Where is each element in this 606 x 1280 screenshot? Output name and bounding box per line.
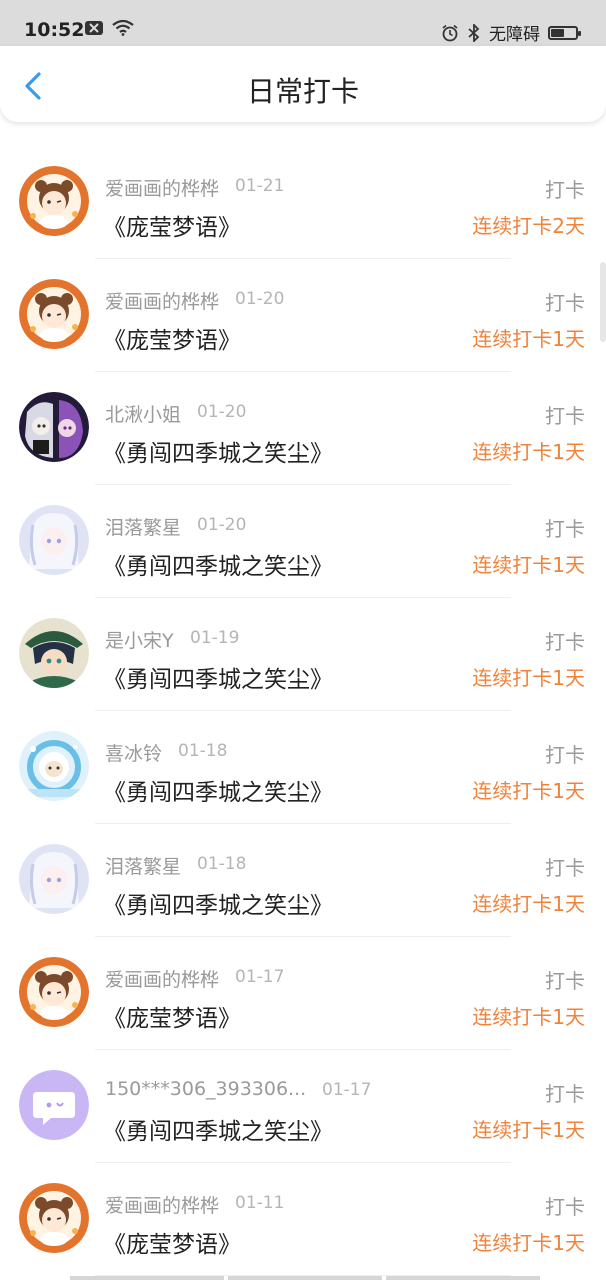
nav-bar: 日常打卡: [0, 46, 606, 122]
user-name: 是小宋Y: [105, 630, 174, 652]
page-title: 日常打卡: [246, 75, 359, 108]
checkin-date: 01-17: [322, 1080, 372, 1100]
checkin-action[interactable]: 打卡: [545, 1191, 585, 1220]
avatar[interactable]: [19, 505, 89, 575]
checkin-date: 01-17: [235, 967, 285, 987]
book-title[interactable]: 《勇闯四季城之笑尘》: [103, 547, 333, 581]
streak-label: 连续打卡1天: [472, 779, 585, 803]
user-name: 爱画画的桦桦: [105, 969, 220, 991]
user-name: 北湫小姐: [105, 404, 182, 426]
streak-label: 连续打卡1天: [472, 327, 585, 351]
streak-label: 连续打卡1天: [472, 1005, 585, 1029]
checkin-action[interactable]: 打卡: [545, 965, 585, 994]
avatar[interactable]: [19, 618, 89, 688]
book-title[interactable]: 《庞莹梦语》: [103, 208, 241, 242]
checkin-row[interactable]: 泪落繁星 01-20 《勇闯四季城之笑尘》 打卡连续打卡1天: [0, 485, 606, 598]
bluetooth-icon: [468, 23, 480, 42]
checkin-row[interactable]: 是小宋Y 01-19 《勇闯四季城之笑尘》 打卡连续打卡1天: [0, 598, 606, 711]
avatar[interactable]: [19, 1183, 89, 1253]
avatar[interactable]: [19, 279, 89, 349]
avatar[interactable]: [19, 957, 89, 1027]
checkin-row[interactable]: 150***306_393306... 01-17 《勇闯四季城之笑尘》 打卡连续打卡…: [0, 1050, 606, 1163]
user-name: 泪落繁星: [105, 517, 182, 539]
checkin-date: 01-20: [197, 515, 247, 535]
notification-x-icon: [85, 21, 103, 35]
checkin-row[interactable]: 爱画画的桦桦 01-11 《庞莹梦语》 打卡连续打卡1天: [0, 1163, 606, 1276]
book-title[interactable]: 《勇闯四季城之笑尘》: [103, 660, 333, 694]
user-name: 爱画画的桦桦: [105, 1195, 220, 1217]
avatar[interactable]: [19, 166, 89, 236]
battery-icon: [548, 25, 581, 40]
book-title[interactable]: 《勇闯四季城之笑尘》: [103, 773, 333, 807]
user-name: 150***306_393306...: [105, 1078, 307, 1100]
checkin-action[interactable]: 打卡: [545, 739, 585, 768]
user-name: 泪落繁星: [105, 856, 182, 878]
status-time: 10:52: [24, 19, 85, 41]
checkin-row[interactable]: 爱画画的桦桦 01-20 《庞莹梦语》 打卡连续打卡1天: [0, 259, 606, 372]
avatar[interactable]: [19, 731, 89, 801]
checkin-row[interactable]: 爱画画的桦桦 01-21 《庞莹梦语》 打卡连续打卡2天: [0, 146, 606, 259]
checkin-date: 01-11: [235, 1193, 285, 1213]
streak-label: 连续打卡1天: [472, 1231, 585, 1255]
user-name: 爱画画的桦桦: [105, 178, 220, 200]
book-title[interactable]: 《庞莹梦语》: [103, 321, 241, 355]
streak-label: 连续打卡1天: [472, 440, 585, 464]
avatar[interactable]: [19, 1070, 89, 1140]
scroll-indicator: [600, 262, 606, 342]
streak-label: 连续打卡1天: [472, 1118, 585, 1142]
book-title[interactable]: 《勇闯四季城之笑尘》: [103, 886, 333, 920]
book-title[interactable]: 《勇闯四季城之笑尘》: [103, 1112, 333, 1146]
alarm-icon: [442, 24, 458, 41]
checkin-row[interactable]: 泪落繁星 01-18 《勇闯四季城之笑尘》 打卡连续打卡1天: [0, 824, 606, 937]
checkin-action[interactable]: 打卡: [545, 1078, 585, 1107]
avatar[interactable]: [19, 392, 89, 462]
checkin-action[interactable]: 打卡: [545, 626, 585, 655]
streak-label: 连续打卡2天: [472, 214, 585, 238]
streak-label: 连续打卡1天: [472, 666, 585, 690]
checkin-action[interactable]: 打卡: [545, 513, 585, 542]
book-title[interactable]: 《勇闯四季城之笑尘》: [103, 434, 333, 468]
checkin-date: 01-19: [190, 628, 240, 648]
status-left-icons: [84, 20, 134, 36]
checkin-action[interactable]: 打卡: [545, 287, 585, 316]
checkin-date: 01-21: [235, 176, 285, 196]
accessibility-label: 无障碍: [489, 25, 540, 45]
status-bar: 10:52 无障碍: [0, 0, 606, 46]
status-right-icons: 无障碍: [441, 20, 581, 45]
streak-label: 连续打卡1天: [472, 553, 585, 577]
checkin-date: 01-18: [197, 854, 247, 874]
streak-label: 连续打卡1天: [472, 892, 585, 916]
checkin-action[interactable]: 打卡: [545, 400, 585, 429]
checkin-date: 01-18: [178, 741, 228, 761]
user-name: 爱画画的桦桦: [105, 291, 220, 313]
battery-fill: [551, 28, 564, 37]
checkin-date: 01-20: [197, 402, 247, 422]
bottom-edge: [70, 1276, 540, 1280]
checkin-row[interactable]: 爱画画的桦桦 01-17 《庞莹梦语》 打卡连续打卡1天: [0, 937, 606, 1050]
checkin-action[interactable]: 打卡: [545, 852, 585, 881]
avatar[interactable]: [19, 844, 89, 914]
book-title[interactable]: 《庞莹梦语》: [103, 1225, 241, 1259]
checkin-row[interactable]: 喜冰铃 01-18 《勇闯四季城之笑尘》 打卡连续打卡1天: [0, 711, 606, 824]
user-name: 喜冰铃: [105, 743, 163, 765]
checkin-date: 01-20: [235, 289, 285, 309]
book-title[interactable]: 《庞莹梦语》: [103, 999, 241, 1033]
checkin-action[interactable]: 打卡: [545, 174, 585, 203]
wifi-icon: [112, 20, 134, 36]
checkin-row[interactable]: 北湫小姐 01-20 《勇闯四季城之笑尘》 打卡连续打卡1天: [0, 372, 606, 485]
checkin-list[interactable]: 爱画画的桦桦 01-21 《庞莹梦语》 打卡 连续打卡2天 爱画画的桦桦 01-20 《庞莹…: [0, 122, 606, 1280]
